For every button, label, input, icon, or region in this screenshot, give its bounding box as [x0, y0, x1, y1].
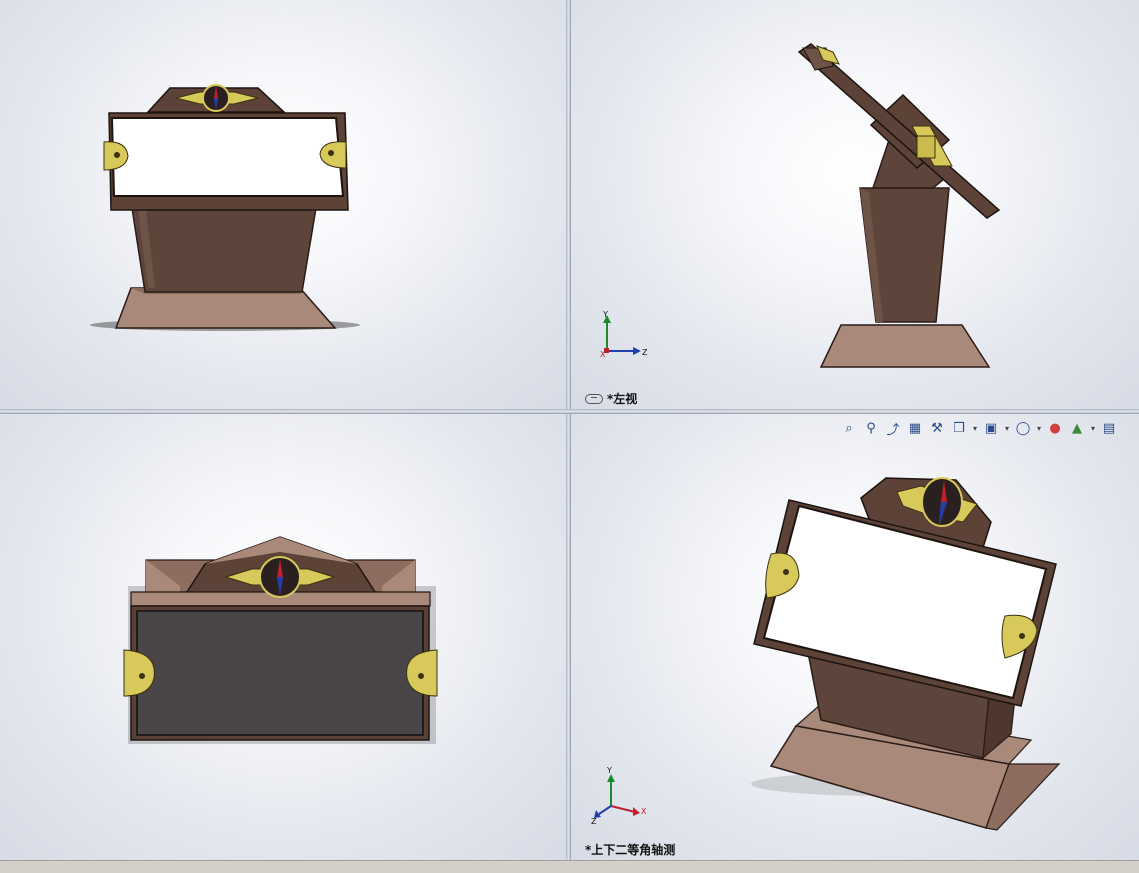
model-left-view	[797, 43, 1001, 368]
triad-x-label: X	[641, 807, 647, 816]
viewport-front[interactable]	[0, 0, 566, 409]
model-front-view	[90, 84, 360, 331]
status-bar	[0, 860, 1139, 873]
viewport-top[interactable]	[0, 414, 566, 860]
viewport-splitter-horizontal[interactable]	[0, 409, 1139, 414]
viewport-left[interactable]: Y X Z *左视	[571, 0, 1139, 409]
model-top-view	[123, 536, 438, 744]
viewport-splitter-vertical[interactable]	[566, 0, 571, 860]
triad-z-label: Z	[642, 348, 648, 357]
link-icon[interactable]	[585, 393, 603, 404]
view-name-left: *左视	[585, 390, 637, 407]
triad-y-label: Y	[602, 310, 608, 319]
triad-x-label: X	[600, 350, 606, 359]
viewport-isometric[interactable]: ⌕ ⚲ ⤴ ▦ ⚒ ❒ ▾ ▣ ▾ ◯ ▾ ● ▲ ▾ ▤ Y X Z *上下二…	[571, 414, 1139, 860]
triad-z-label: Z	[591, 817, 597, 826]
model-isometric-view	[751, 477, 1061, 831]
coordinate-triad: Y X Z	[600, 310, 648, 359]
view-name-iso: *上下二等角轴测	[585, 843, 676, 857]
coordinate-triad-iso: Y X Z	[591, 766, 647, 826]
view-name-text: *左视	[607, 392, 638, 406]
triad-y-label: Y	[606, 766, 612, 775]
